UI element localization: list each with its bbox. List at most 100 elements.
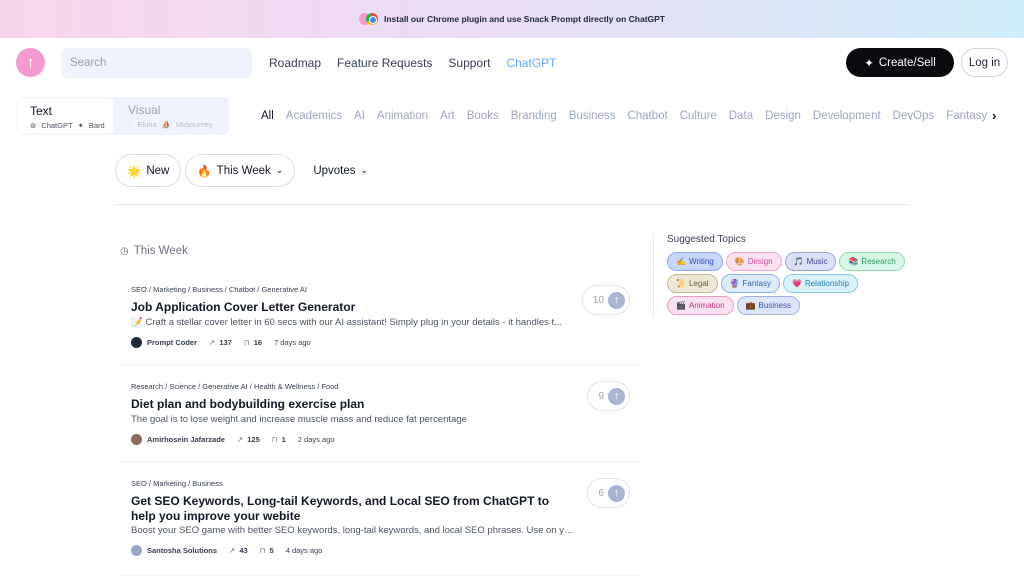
- card-author[interactable]: Santosha Solutions: [131, 545, 217, 556]
- card-meta: Prompt Coder ↗ 137 ⊓ 16 7 days ago: [131, 337, 311, 348]
- top-header: ↑ Roadmap Feature Requests Support ChatG…: [0, 38, 1024, 90]
- upvote-button[interactable]: 10 ↑: [581, 285, 630, 315]
- card-author[interactable]: Amirhosein Jafarzade: [131, 434, 225, 445]
- music-note-icon: 🎵: [793, 257, 804, 266]
- topic-label: Legal: [688, 279, 709, 288]
- chrome-plugin-banner[interactable]: Install our Chrome plugin and use Snack …: [0, 0, 1024, 38]
- books-icon: 📚: [848, 257, 859, 266]
- login-button[interactable]: Log in: [961, 48, 1008, 77]
- filter-this-week-label: This Week: [216, 164, 271, 177]
- sparkle-icon: ✦: [864, 57, 874, 70]
- category-animation[interactable]: Animation: [377, 110, 428, 126]
- filter-divider: [115, 204, 909, 205]
- vote-count: 9: [598, 390, 604, 402]
- card-title[interactable]: Get SEO Keywords, Long-tail Keywords, an…: [131, 494, 576, 524]
- topic-research[interactable]: 📚 Research: [839, 252, 905, 271]
- feed-filters: 🌟 New 🔥 This Week ⌄ Upvotes ⌄: [115, 154, 383, 187]
- category-culture[interactable]: Culture: [680, 110, 717, 126]
- prompt-mode-switch: Text ⊛ ChatGPT ✦ Bard Visual ◌ Eluna ⛵ Midjo…: [17, 97, 229, 135]
- star-icon: 🌟: [127, 165, 142, 178]
- card-time: 2 days ago: [297, 435, 335, 444]
- nav-support[interactable]: Support: [448, 56, 490, 70]
- mode-visual[interactable]: Visual ◌ Eluna ⛵ Midjourney: [116, 97, 228, 135]
- card-saves-value: 1: [281, 435, 286, 444]
- filter-new-label: New: [146, 164, 170, 177]
- topic-label: Research: [861, 257, 896, 266]
- card-categories: Research / Science / Generative AI / Hea…: [131, 382, 339, 391]
- topic-business[interactable]: 💼 Business: [736, 296, 800, 315]
- filter-upvotes-dropdown[interactable]: Upvotes ⌄: [299, 154, 383, 187]
- filter-this-week-dropdown[interactable]: 🔥 This Week ⌄: [185, 154, 296, 187]
- card-saves: ⊓ 5: [260, 546, 274, 555]
- prompt-card[interactable]: SEO / Marketing / Business / Chatbot / G…: [120, 278, 640, 365]
- nav-feature-requests[interactable]: Feature Requests: [337, 56, 432, 70]
- trend-arrow-icon: ↗: [236, 435, 244, 444]
- topic-design[interactable]: 🎨 Design: [725, 252, 782, 271]
- category-books[interactable]: Books: [467, 110, 499, 126]
- mode-text[interactable]: Text ⊛ ChatGPT ✦ Bard: [17, 97, 114, 135]
- category-academics[interactable]: Academics: [286, 110, 342, 126]
- writing-hand-icon: ✍️: [676, 257, 686, 266]
- briefcase-icon: 💼: [745, 301, 756, 310]
- arrow-up-icon: ↑: [608, 291, 625, 309]
- card-description: Boost your SEO game with better SEO keyw…: [131, 525, 576, 536]
- topic-label: Fantasy: [742, 279, 771, 288]
- topic-legal[interactable]: 📜 Legal: [667, 274, 718, 293]
- category-branding[interactable]: Branding: [511, 110, 557, 126]
- nav-chatgpt[interactable]: ChatGPT: [506, 56, 556, 70]
- card-title[interactable]: Diet plan and bodybuilding exercise plan: [131, 397, 576, 412]
- upvote-button[interactable]: 9 ↑: [587, 381, 630, 411]
- mode-visual-subs: ◌ Eluna ⛵ Midjourney: [128, 120, 228, 129]
- card-author-name: Santosha Solutions: [147, 546, 218, 555]
- card-title[interactable]: Job Application Cover Letter Generator: [131, 300, 576, 315]
- topic-writing[interactable]: ✍️ Writing: [667, 252, 723, 271]
- search-input[interactable]: [61, 48, 252, 78]
- avatar: [131, 337, 142, 348]
- category-all[interactable]: All: [261, 110, 274, 126]
- nav-roadmap[interactable]: Roadmap: [269, 56, 321, 70]
- topic-label: Animation: [688, 301, 725, 310]
- topic-animation[interactable]: 🎬 Animation: [667, 296, 734, 315]
- category-ai[interactable]: AI: [354, 110, 365, 126]
- feed-section-label: This Week: [133, 245, 188, 257]
- category-devops[interactable]: DevOps: [893, 110, 935, 126]
- snack-prompt-logo-icon[interactable]: ↑: [16, 48, 45, 77]
- category-business[interactable]: Business: [569, 110, 616, 126]
- feed-section-title: ◷ This Week: [120, 245, 188, 257]
- create-sell-button[interactable]: ✦ Create/Sell: [846, 48, 954, 77]
- bookmark-icon: ⊓: [243, 338, 250, 347]
- prompt-card[interactable]: SEO / Marketing / Business Get SEO Keywo…: [120, 472, 640, 576]
- category-tabs: All Academics AI Animation Art Books Bra…: [261, 110, 993, 126]
- main-nav: Roadmap Feature Requests Support ChatGPT: [269, 56, 556, 70]
- prompt-card[interactable]: Research / Science / Generative AI / Hea…: [120, 375, 640, 462]
- category-fantasy[interactable]: Fantasy: [946, 110, 987, 126]
- topic-list: ✍️ Writing 🎨 Design 🎵 Music 📚 Research 📜 Lega…: [667, 252, 912, 315]
- topic-label: Relationship: [804, 279, 849, 288]
- category-data[interactable]: Data: [729, 110, 753, 126]
- chatgpt-icon: ⊛: [30, 121, 37, 130]
- arrow-up-icon: ↑: [608, 387, 625, 405]
- topic-relationship[interactable]: 💗 Relationship: [782, 274, 858, 293]
- clock-icon: ◷: [120, 245, 129, 257]
- category-art[interactable]: Art: [440, 110, 455, 126]
- upvote-button[interactable]: 6 ↑: [587, 478, 630, 508]
- topic-music[interactable]: 🎵 Music: [784, 252, 837, 271]
- category-development[interactable]: Development: [813, 110, 881, 126]
- bookmark-icon: ⊓: [271, 435, 278, 444]
- card-uses: ↗ 43: [229, 546, 248, 555]
- chevron-right-icon[interactable]: ›: [992, 108, 996, 123]
- trend-arrow-icon: ↗: [229, 546, 236, 555]
- card-author-name: Prompt Coder: [147, 338, 198, 347]
- filter-new-button[interactable]: 🌟 New: [115, 154, 182, 187]
- card-author[interactable]: Prompt Coder: [131, 337, 197, 348]
- category-chatbot[interactable]: Chatbot: [627, 110, 667, 126]
- card-categories: SEO / Marketing / Business: [131, 479, 223, 488]
- category-design[interactable]: Design: [765, 110, 801, 126]
- card-saves-value: 16: [253, 338, 263, 347]
- card-uses: ↗ 137: [209, 338, 232, 347]
- arrow-up-icon: ↑: [608, 484, 625, 502]
- filter-upvotes-label: Upvotes: [313, 164, 356, 177]
- topic-fantasy[interactable]: 🔮 Fantasy: [720, 274, 780, 293]
- mode-text-sub-chatgpt: ChatGPT: [41, 121, 73, 130]
- mode-text-subs: ⊛ ChatGPT ✦ Bard: [30, 121, 113, 130]
